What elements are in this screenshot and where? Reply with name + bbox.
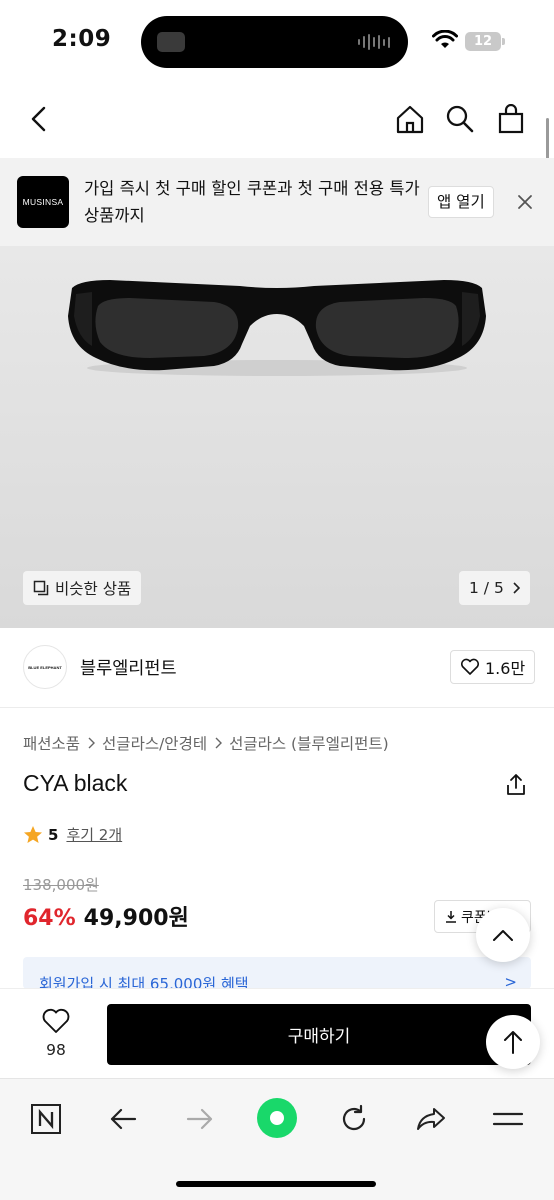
green-dot-icon xyxy=(257,1098,297,1138)
heart-icon xyxy=(42,1008,70,1033)
sale-price: 49,900원 xyxy=(83,906,189,931)
breadcrumb: 패션소품 선글라스/안경테 선글라스 (블루엘리펀트) xyxy=(23,732,389,754)
back-button[interactable] xyxy=(22,102,56,136)
green-dot-button[interactable] xyxy=(256,1097,298,1139)
home-button[interactable] xyxy=(393,102,427,136)
cart-button[interactable] xyxy=(494,102,528,136)
chevron-up-icon xyxy=(493,930,513,941)
wishlist-button[interactable]: 98 xyxy=(30,1007,82,1059)
similar-items-icon xyxy=(33,580,49,596)
menu-button[interactable] xyxy=(488,1101,528,1137)
status-time: 2:09 xyxy=(52,26,112,52)
search-icon xyxy=(446,105,474,133)
rating-row: 5 후기 2개 xyxy=(23,824,122,845)
image-pager-count: 1 / 5 xyxy=(469,579,504,597)
chevron-right-icon xyxy=(215,737,223,749)
breadcrumb-item[interactable]: 패션소품 xyxy=(23,732,80,754)
share-icon[interactable] xyxy=(505,773,527,797)
hamburger-menu-icon xyxy=(492,1112,524,1126)
browser-back-button[interactable] xyxy=(103,1101,143,1137)
browser-forward-button[interactable] xyxy=(180,1101,220,1137)
open-app-button[interactable]: 앱 열기 xyxy=(428,186,494,218)
product-title: CYA black xyxy=(23,770,128,796)
image-pager[interactable]: 1 / 5 xyxy=(459,571,530,605)
original-price: 138,000원 xyxy=(23,876,99,894)
wifi-icon xyxy=(432,30,458,48)
naver-button[interactable] xyxy=(26,1101,66,1137)
shopping-bag-icon xyxy=(498,104,524,134)
battery-indicator: 12 xyxy=(465,32,501,51)
product-image-gallery[interactable]: 비슷한 상품 1 / 5 xyxy=(0,246,554,628)
breadcrumb-item[interactable]: 선글라스 (블루엘리펀트) xyxy=(229,732,389,754)
brand-like-count: 1.6만 xyxy=(485,659,526,678)
status-bar: 2:09 12 xyxy=(0,0,554,82)
home-icon xyxy=(396,105,424,134)
battery-tip xyxy=(502,38,505,45)
buy-button[interactable]: 구매하기 xyxy=(107,1004,531,1065)
benefit-text: 회원가입 시 최대 65,000원 혜택 xyxy=(39,975,249,989)
search-button[interactable] xyxy=(443,102,477,136)
star-icon xyxy=(24,825,42,843)
heart-icon xyxy=(460,658,480,675)
home-indicator xyxy=(176,1181,376,1187)
refresh-icon xyxy=(342,1104,366,1131)
chevron-right-icon: > xyxy=(504,973,517,989)
similar-products-button[interactable]: 비슷한 상품 xyxy=(23,571,142,605)
download-icon xyxy=(446,911,456,923)
brand-like-button[interactable]: 1.6만 xyxy=(450,650,536,684)
wishlist-count: 98 xyxy=(46,1041,66,1059)
naver-n-icon xyxy=(31,1104,61,1134)
app-header xyxy=(0,82,554,158)
scroll-up-chevron-button[interactable] xyxy=(476,908,530,962)
brand-name[interactable]: 블루엘리펀트 xyxy=(80,655,177,680)
arrow-right-icon xyxy=(186,1108,213,1130)
chevron-right-icon xyxy=(513,582,520,594)
similar-products-label: 비슷한 상품 xyxy=(55,580,132,598)
chevron-left-icon xyxy=(31,106,46,132)
member-benefit-banner[interactable]: 회원가입 시 최대 65,000원 혜택 > xyxy=(23,957,531,989)
share-arrow-icon xyxy=(417,1108,445,1130)
dynamic-island xyxy=(141,16,408,68)
app-promo-banner: MUSINSA 가입 즉시 첫 구매 할인 쿠폰과 첫 구매 전용 특가 상품까… xyxy=(0,158,554,246)
arrow-up-icon xyxy=(504,1031,522,1054)
brand-row: BLUE ELEPHANT 블루엘리펀트 1.6만 xyxy=(0,628,554,708)
sale-price-row: 64% 49,900원 xyxy=(23,900,189,932)
purchase-bar: 98 구매하기 xyxy=(0,988,554,1078)
arrow-left-icon xyxy=(110,1108,137,1130)
share-button[interactable] xyxy=(411,1101,451,1137)
chevron-right-icon xyxy=(88,737,96,749)
audio-wave-icon xyxy=(358,33,390,51)
musinsa-logo: MUSINSA xyxy=(17,176,69,228)
discount-rate: 64% xyxy=(23,906,76,931)
review-count-link[interactable]: 후기 2개 xyxy=(66,824,122,845)
breadcrumb-item[interactable]: 선글라스/안경테 xyxy=(102,732,207,754)
refresh-button[interactable] xyxy=(334,1101,374,1137)
promo-text: 가입 즉시 첫 구매 할인 쿠폰과 첫 구매 전용 특가 상품까지 xyxy=(84,179,420,225)
now-playing-artwork xyxy=(157,32,185,52)
scroll-to-top-button[interactable] xyxy=(486,1015,540,1069)
rating-score: 5 xyxy=(48,825,59,844)
close-icon[interactable] xyxy=(514,191,536,213)
brand-logo[interactable]: BLUE ELEPHANT xyxy=(23,645,67,689)
